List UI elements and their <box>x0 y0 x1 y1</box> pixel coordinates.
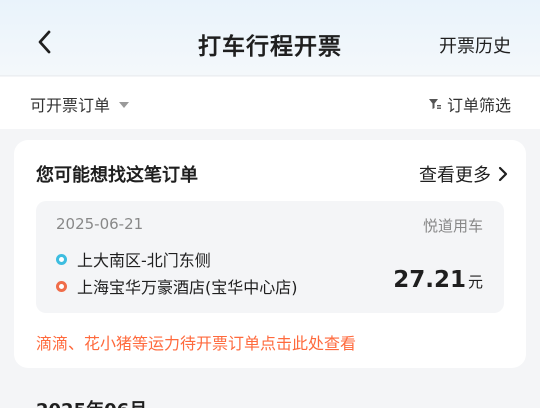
month-section-header: 2025年06月 <box>36 396 147 408</box>
caret-down-icon <box>119 102 130 108</box>
order-date: 2025-06-21 <box>56 215 144 233</box>
start-location-text: 上大南区-北门东侧 <box>77 251 211 270</box>
filter-bar: 可开票订单 订单筛选 <box>0 77 540 129</box>
order-filter-button[interactable]: 订单筛选 <box>428 92 511 116</box>
end-location: 上海宝华万豪酒店(宝华中心店) <box>56 274 298 298</box>
order-filter-label: 订单筛选 <box>446 96 511 115</box>
end-location-text: 上海宝华万豪酒店(宝华中心店) <box>77 278 298 297</box>
end-dot-icon <box>56 280 67 292</box>
suggested-order-card: 您可能想找这笔订单 查看更多 2025-06-21 悦道用车 上大南区-北门东侧… <box>14 140 526 368</box>
top-bar: 打车行程开票 开票历史 <box>0 0 540 76</box>
filter-icon <box>428 99 441 109</box>
invoice-history-button[interactable]: 开票历史 <box>439 32 511 58</box>
start-location: 上大南区-北门东侧 <box>56 247 211 271</box>
order-price: 27.21 元 <box>393 267 483 293</box>
view-more-button[interactable]: 查看更多 <box>419 161 510 187</box>
chevron-right-icon <box>498 166 508 182</box>
card-title: 您可能想找这笔订单 <box>36 165 198 186</box>
order-currency: 元 <box>467 273 483 291</box>
order-type-label: 可开票订单 <box>30 96 111 115</box>
order-amount: 27.21 <box>393 267 466 293</box>
order-vendor: 悦道用车 <box>422 217 483 235</box>
order-type-dropdown[interactable]: 可开票订单 <box>30 92 130 116</box>
other-orders-notice-link[interactable]: 滴滴、花小猪等运力待开票订单点击此处查看 <box>36 330 356 354</box>
order-item[interactable]: 2025-06-21 悦道用车 上大南区-北门东侧 上海宝华万豪酒店(宝华中心店… <box>36 201 504 313</box>
start-dot-icon <box>56 253 67 265</box>
view-more-label: 查看更多 <box>419 165 491 186</box>
